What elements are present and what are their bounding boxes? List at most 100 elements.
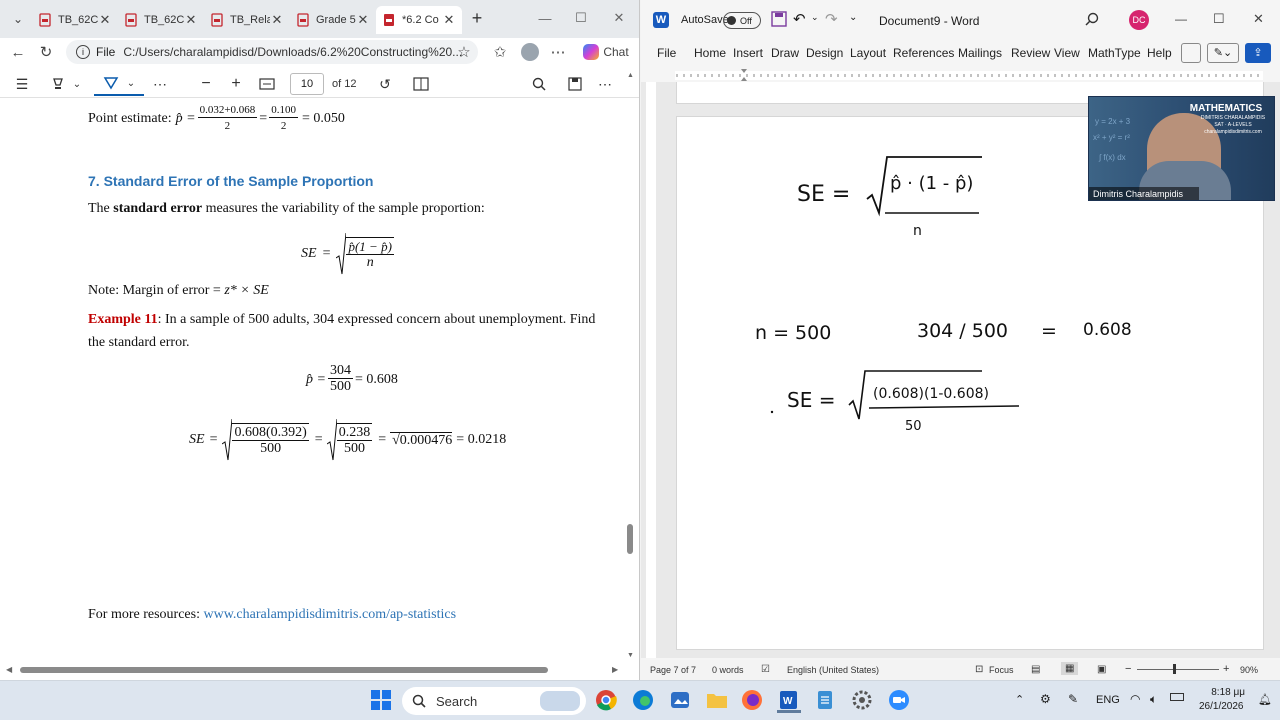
ribbon-tab-mailings[interactable]: Mailings [958,46,1002,60]
tab-4[interactable]: Grade 5 ✕ [290,6,376,34]
close-window-icon[interactable]: ✕ [604,6,634,30]
photos-icon[interactable] [669,689,693,713]
proofing-icon[interactable]: ☑ [761,664,770,675]
search-icon[interactable] [1085,12,1099,26]
refresh-icon[interactable]: ↻ [34,41,58,63]
close-window-icon[interactable]: ✕ [1253,11,1264,27]
zoom-out-icon[interactable]: − [1125,663,1131,675]
fit-page-icon[interactable] [256,72,278,96]
page-number-input[interactable]: 10 [290,73,324,95]
ribbon-tab-insert[interactable]: Insert [733,46,763,60]
close-icon[interactable]: ✕ [442,12,456,28]
undo-icon[interactable]: ↶ [793,10,806,28]
zoom-in-icon[interactable]: + [1223,663,1229,675]
edge-icon[interactable] [632,689,656,713]
search-icon[interactable] [528,72,550,96]
comments-icon[interactable] [1181,43,1201,63]
autosave-toggle[interactable]: Off [723,12,761,29]
focus-icon[interactable]: ⊡ [975,664,983,675]
tab-actions-chevron-icon[interactable]: ⌄ [6,8,30,30]
page-view-icon[interactable] [410,72,432,96]
zoom-in-icon[interactable]: + [226,72,246,96]
copilot-chat-button[interactable]: Chat [580,41,632,63]
profile-avatar[interactable] [518,41,542,63]
language-label[interactable]: English (United States) [787,665,879,675]
read-mode-icon[interactable]: ▤ [1031,664,1040,675]
ribbon-tab-help[interactable]: Help [1147,46,1172,60]
ribbon-tab-file[interactable]: File [657,46,676,60]
favorite-star-icon[interactable]: ☆ [452,41,476,63]
more-options-icon[interactable]: ⋯ [594,72,616,96]
chrome-icon[interactable] [595,689,619,713]
scroll-thumb[interactable] [20,667,548,673]
maximize-icon[interactable]: ☐ [566,6,596,30]
zoom-out-icon[interactable]: − [196,72,216,96]
web-layout-icon[interactable]: ▣ [1097,664,1106,675]
highlight-icon[interactable] [48,72,68,96]
rotate-icon[interactable]: ↺ [374,72,396,96]
more-tools-icon[interactable]: ⋯ [150,72,170,96]
close-icon[interactable]: ✕ [184,12,198,28]
draw-pen-icon[interactable]: ⌄ [94,72,144,96]
resources-link[interactable]: www.charalampidisdimitris.com/ap-statist… [203,607,456,622]
language-indicator[interactable]: ENG [1096,694,1120,706]
scroll-thumb[interactable] [627,524,633,554]
tab-3[interactable]: TB_Rela ✕ [204,6,290,34]
page-indicator[interactable]: Page 7 of 7 [650,665,696,675]
clock-date[interactable]: 26/1/2026 [1199,701,1244,712]
notepad-icon[interactable] [814,689,838,713]
back-icon[interactable]: ← [6,41,30,63]
pen-icon[interactable]: ✎ [1068,692,1078,706]
chevron-down-icon[interactable]: ⌄ [811,12,819,23]
settings-icon[interactable] [851,689,875,713]
word-taskbar-icon[interactable]: W [777,689,801,713]
vertical-scrollbar[interactable]: ▲ ▼ [624,72,636,664]
battery-icon[interactable] [1170,693,1184,701]
more-options-icon[interactable]: ⋯ [546,41,570,63]
notifications-icon[interactable]: 🔔︎ [1258,693,1272,706]
minimize-icon[interactable]: — [530,6,560,30]
editing-mode-icon[interactable]: ✎⌄ [1207,43,1239,63]
firefox-icon[interactable] [741,689,765,713]
redo-icon[interactable]: ↷ [825,10,838,28]
close-icon[interactable]: ✕ [98,12,112,28]
ribbon-tab-references[interactable]: References [893,46,954,60]
ribbon-tab-mathtype[interactable]: MathType [1088,46,1141,60]
file-explorer-icon[interactable] [706,689,730,713]
tab-2[interactable]: TB_62C( ✕ [118,6,204,34]
taskbar-search[interactable]: Search [402,687,586,715]
clock-time[interactable]: 8:18 μμ [1207,687,1245,698]
ribbon-tab-design[interactable]: Design [806,46,843,60]
save-icon[interactable] [564,72,586,96]
new-tab-icon[interactable]: + [462,6,492,30]
share-icon[interactable]: ⇪ [1245,43,1271,63]
windows-start-icon[interactable] [370,689,394,713]
zoom-slider-thumb[interactable] [1173,664,1176,674]
ribbon-tab-home[interactable]: Home [694,46,726,60]
minimize-icon[interactable]: — [1175,12,1187,26]
url-field[interactable]: i File C:/Users/charalampidisd/Downloads… [66,40,478,64]
zoom-app-icon[interactable] [888,689,912,713]
zoom-slider[interactable] [1137,669,1219,670]
chevron-down-icon[interactable]: ⌄ [70,72,84,96]
horizontal-scrollbar[interactable]: ◀ ▶ [6,664,626,676]
user-avatar[interactable]: DC [1129,10,1149,30]
word-count[interactable]: 0 words [712,665,744,675]
tab-5-active[interactable]: *6.2 Co ✕ [376,6,462,34]
close-icon[interactable]: ✕ [356,12,370,28]
ribbon-tab-view[interactable]: View [1054,46,1080,60]
zoom-level[interactable]: 90% [1240,665,1258,675]
favorites-icon[interactable]: ✩ [488,41,512,63]
volume-icon[interactable]: 🔈︎ [1150,692,1157,707]
customize-toolbar-icon[interactable]: ⌄ [849,12,857,23]
tab-1[interactable]: TB_62C( ✕ [32,6,118,34]
contents-list-icon[interactable]: ☰ [10,72,34,96]
save-icon[interactable] [771,11,787,27]
wifi-icon[interactable]: ◠ [1130,692,1140,706]
ribbon-tab-review[interactable]: Review [1011,46,1050,60]
ribbon-tab-layout[interactable]: Layout [850,46,886,60]
focus-label[interactable]: Focus [989,665,1014,675]
info-icon[interactable]: i [76,45,90,59]
close-icon[interactable]: ✕ [270,12,284,28]
print-layout-icon[interactable]: ▦ [1061,662,1079,675]
